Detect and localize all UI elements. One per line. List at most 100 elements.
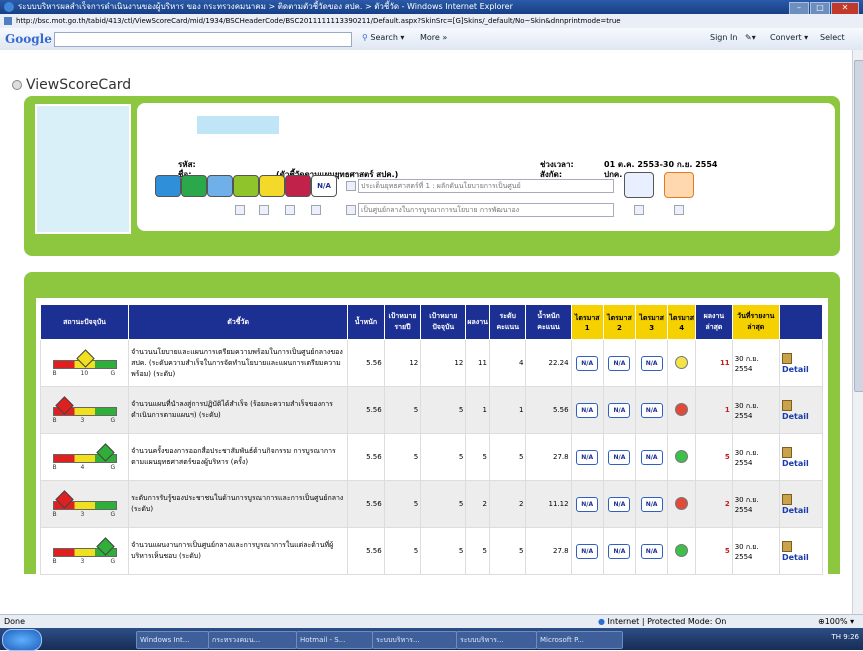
calendar-checkbox[interactable] [634, 205, 644, 215]
google-toolbar: Google ⚲ Search ▾ More » Sign In ✎▾ Conv… [0, 28, 863, 51]
q3-na-button[interactable]: N/A [640, 355, 663, 371]
calendar-button[interactable] [624, 172, 654, 198]
q1-na-button[interactable]: N/A [576, 543, 599, 559]
objective-checkbox[interactable] [346, 205, 356, 215]
page-title-text: ViewScoreCard [26, 77, 132, 93]
red-status-button[interactable] [285, 175, 311, 197]
q2-na-button[interactable]: N/A [608, 543, 631, 559]
q2-na-button[interactable]: N/A [608, 449, 631, 465]
more-button[interactable]: More » [420, 33, 447, 42]
taskbar-item[interactable]: Windows Int... [136, 631, 209, 649]
address-url[interactable]: http://bsc.mot.go.th/tabid/413/ctl/ViewS… [16, 17, 621, 25]
table-row: B 3 G ระดับการรับรู้ของประชาชนในด้านการบูรณ… [39, 480, 824, 528]
view-table-button[interactable] [155, 175, 181, 197]
report-doc-icon[interactable] [781, 493, 792, 505]
minimize-button[interactable]: – [789, 2, 809, 14]
status-gauge-cell: B 4 G [39, 433, 130, 481]
gauge-g-label: G [110, 558, 116, 565]
google-logo[interactable]: Google [5, 32, 52, 46]
q1-na-button[interactable]: N/A [576, 449, 599, 465]
excel-export-button[interactable] [181, 175, 207, 197]
col-status: สถานะปัจจุบัน [39, 304, 130, 340]
report-checkbox[interactable] [674, 205, 684, 215]
detail-cell: Detail [778, 433, 824, 481]
report-doc-icon[interactable] [781, 399, 792, 411]
result-cell: 1 [465, 386, 490, 434]
q2-na-button[interactable]: N/A [608, 496, 631, 512]
filter-checkbox-1[interactable] [235, 205, 245, 215]
q1-cell: N/A [570, 339, 604, 387]
windows-taskbar: Windows Int... กระทรวงคมน... Hotmail - S..… [0, 628, 863, 651]
q2-cell: N/A [602, 386, 637, 434]
q3-na-button[interactable]: N/A [640, 496, 663, 512]
q4-cell [667, 433, 697, 481]
detail-link[interactable]: Detail [782, 506, 809, 515]
q3-na-button[interactable]: N/A [640, 402, 663, 418]
wrench-icon[interactable]: ✎▾ [745, 33, 756, 42]
detail-link[interactable]: Detail [782, 553, 809, 562]
latest-date-cell: 30 ก.ย. 2554 [731, 386, 780, 434]
q4-status-dot-icon [675, 543, 689, 557]
weighted-score-cell: 27.8 [525, 527, 572, 575]
na-status-button[interactable]: N/A [311, 175, 337, 197]
close-button[interactable]: ✕ [831, 2, 859, 14]
result-cell: 2 [465, 480, 490, 528]
current-target-cell: 5 [420, 386, 467, 434]
detail-link[interactable]: Detail [782, 459, 809, 468]
objective-dropdown[interactable]: เป็นศูนย์กลางในการบูรณาการนโยบาย การพัฒน… [358, 203, 614, 217]
taskbar-item[interactable]: ระบบบริหาร... [456, 631, 537, 649]
yellow-status-button[interactable] [259, 175, 285, 197]
filter-checkbox-2[interactable] [259, 205, 269, 215]
q2-na-button[interactable]: N/A [608, 402, 631, 418]
level-cell: 1 [488, 386, 527, 434]
q2-na-button[interactable]: N/A [608, 355, 631, 371]
vertical-scrollbar[interactable] [852, 50, 863, 614]
q1-na-button[interactable]: N/A [576, 355, 599, 371]
latest-result-cell: 5 [695, 527, 733, 575]
sign-in-link[interactable]: Sign In [710, 33, 737, 42]
filter-checkbox-4[interactable] [311, 205, 321, 215]
col-detail [778, 304, 824, 340]
detail-link[interactable]: Detail [782, 412, 809, 421]
taskbar-item[interactable]: Hotmail - S... [296, 631, 373, 649]
weighted-score-cell: 27.8 [525, 433, 572, 481]
strategy-dropdown[interactable]: ประเด็นยุทธศาสตร์ที่ 1 : ผลักดันนโยบายกา… [358, 179, 614, 193]
select-button[interactable]: Select [820, 33, 845, 42]
status-text: Done [4, 617, 26, 626]
ie-icon [4, 2, 14, 12]
q4-status-dot-icon [675, 449, 689, 463]
level-cell: 5 [488, 433, 527, 481]
detail-link[interactable]: Detail [782, 365, 809, 374]
q1-na-button[interactable]: N/A [576, 496, 599, 512]
report-doc-icon[interactable] [781, 446, 792, 458]
taskbar-item[interactable]: ระบบบริหาร... [372, 631, 457, 649]
start-button[interactable] [2, 629, 42, 651]
protected-mode-text: Internet | Protected Mode: On [607, 617, 727, 626]
q3-na-button[interactable]: N/A [640, 543, 663, 559]
q3-na-button[interactable]: N/A [640, 449, 663, 465]
weighted-score-cell: 11.12 [525, 480, 572, 528]
filter-checkbox-3[interactable] [285, 205, 295, 215]
maximize-button[interactable]: □ [810, 2, 830, 14]
taskbar-item[interactable]: กระทรวงคมน... [208, 631, 297, 649]
google-search-button[interactable]: ⚲ Search ▾ [362, 33, 404, 42]
weighted-score-cell: 22.24 [525, 339, 572, 387]
zoom-control[interactable]: ⊕100% ▾ [818, 615, 854, 629]
report-button[interactable] [664, 172, 694, 198]
q1-na-button[interactable]: N/A [576, 402, 599, 418]
current-target-cell: 5 [420, 527, 467, 575]
scrollbar-thumb[interactable] [854, 60, 863, 392]
address-bar[interactable]: http://bsc.mot.go.th/tabid/413/ctl/ViewS… [0, 14, 863, 29]
convert-label: Convert [770, 33, 802, 42]
col-latest-date: วันที่รายงานล่าสุด [731, 304, 780, 340]
chart-view-button[interactable] [207, 175, 233, 197]
taskbar-item[interactable]: Microsoft P... [536, 631, 623, 649]
report-doc-icon[interactable] [781, 352, 792, 364]
convert-button[interactable]: Convert ▾ [770, 33, 808, 42]
gauge-b-label: B [52, 464, 57, 471]
green-status-button[interactable] [233, 175, 259, 197]
current-target-cell: 12 [420, 339, 467, 387]
google-search-input[interactable] [54, 32, 352, 47]
report-doc-icon[interactable] [781, 540, 792, 552]
strategy-checkbox[interactable] [346, 181, 356, 191]
